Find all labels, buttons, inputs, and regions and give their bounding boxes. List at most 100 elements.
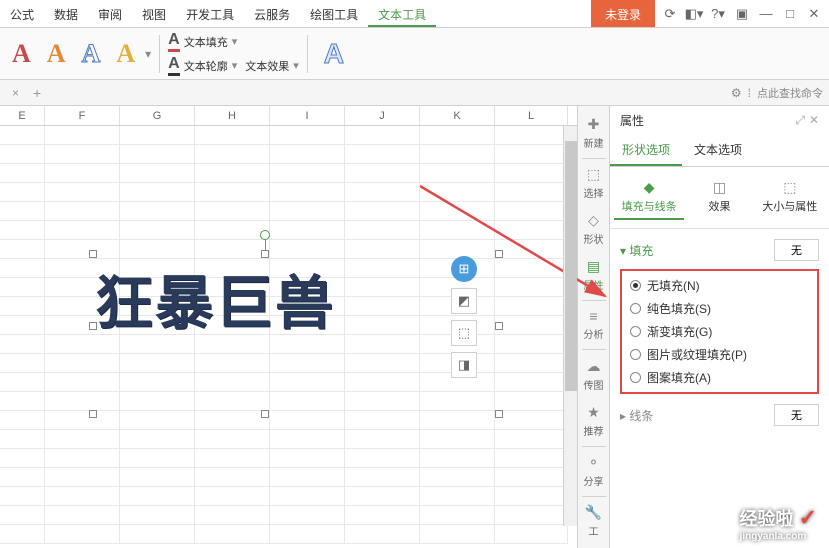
radio-solid-fill[interactable]: 纯色填充(S)	[630, 300, 809, 317]
float-layout-icon[interactable]: ⊞	[451, 256, 477, 282]
style-a4[interactable]: A	[110, 39, 141, 69]
minimize-icon[interactable]: —	[755, 3, 777, 25]
close-icon[interactable]: ✕	[803, 3, 825, 25]
side-tools[interactable]: 🔧工	[580, 498, 608, 544]
style-a1[interactable]: A	[6, 39, 37, 69]
col-header[interactable]: J	[345, 106, 420, 125]
resize-handle[interactable]	[261, 410, 269, 418]
login-button[interactable]: 未登录	[591, 0, 655, 27]
menu-devtools[interactable]: 开发工具	[176, 0, 244, 27]
col-header[interactable]: G	[120, 106, 195, 125]
fill-line-icon: ◆	[614, 179, 684, 196]
radio-picture-fill[interactable]: 图片或纹理填充(P)	[630, 346, 809, 363]
panel-close-icon[interactable]: ✕	[809, 113, 819, 128]
share-icon: ⚬	[588, 454, 600, 471]
col-header[interactable]: K	[420, 106, 495, 125]
radio-icon	[630, 303, 641, 314]
spreadsheet[interactable]: E F G H I J K L for(let r=0;r<22;r++){ d…	[0, 106, 577, 548]
resize-handle[interactable]	[261, 250, 269, 258]
resize-handle[interactable]	[89, 322, 97, 330]
text-outline-button[interactable]: A 文本轮廓▾	[168, 55, 237, 76]
resize-handle[interactable]	[89, 410, 97, 418]
float-edit-icon[interactable]: ◩	[451, 288, 477, 314]
tab-close-icon[interactable]: ×	[6, 84, 25, 102]
fill-none-button[interactable]: 无	[774, 239, 819, 261]
radio-no-fill[interactable]: 无填充(N)	[630, 277, 809, 294]
tab-shape-options[interactable]: 形状选项	[610, 135, 682, 166]
col-header[interactable]: H	[195, 106, 270, 125]
restore-icon[interactable]: ▣	[731, 3, 753, 25]
side-share[interactable]: ⚬分享	[580, 448, 608, 494]
col-header[interactable]: I	[270, 106, 345, 125]
resize-handle[interactable]	[89, 250, 97, 258]
resize-handle[interactable]	[495, 410, 503, 418]
select-icon: ⬚	[587, 166, 600, 183]
radio-icon	[630, 349, 641, 360]
shape-icon: ◇	[588, 212, 599, 229]
menu-data[interactable]: 数据	[44, 0, 88, 27]
side-select[interactable]: ⬚选择	[580, 160, 608, 206]
resize-handle[interactable]	[495, 250, 503, 258]
side-properties[interactable]: ▤属性	[580, 252, 608, 298]
menu-drawtools[interactable]: 绘图工具	[300, 0, 368, 27]
image-icon: ☁	[587, 358, 601, 375]
ribbon: A A A A ▾ A 文本填充▾ A 文本轮廓▾ 文本效果▾ A	[0, 28, 829, 80]
side-recommend[interactable]: ★推荐	[580, 398, 608, 444]
check-icon: ✓	[799, 505, 817, 530]
side-image[interactable]: ☁传图	[580, 352, 608, 398]
menu-texttools[interactable]: 文本工具	[368, 0, 436, 27]
wordart-object[interactable]: 狂暴巨兽	[95, 256, 435, 366]
sync-icon[interactable]: ⟳	[659, 3, 681, 25]
recommend-icon: ★	[587, 404, 600, 421]
vertical-scrollbar[interactable]	[563, 126, 577, 526]
search-icon[interactable]: ⚙	[731, 86, 742, 100]
expand-icon[interactable]: ▸ 线条	[620, 407, 653, 424]
skin-icon[interactable]: ◧▾	[683, 3, 705, 25]
tab-text-options[interactable]: 文本选项	[682, 135, 754, 166]
menu-view[interactable]: 视图	[132, 0, 176, 27]
new-icon: ✚	[588, 116, 600, 133]
radio-pattern-fill[interactable]: 图案填充(A)	[630, 369, 809, 386]
panel-pin-icon[interactable]: ⤢	[795, 113, 805, 128]
col-header[interactable]: E	[0, 106, 45, 125]
panel-title: 属性	[620, 112, 644, 129]
float-style-icon[interactable]: ◨	[451, 352, 477, 378]
help-icon[interactable]: ?▾	[707, 3, 729, 25]
watermark: 经验啦 ✓ jingyanla.com	[740, 505, 817, 542]
line-none-button[interactable]: 无	[774, 404, 819, 426]
float-shape-icon[interactable]: ⬚	[451, 320, 477, 346]
rotate-handle[interactable]	[260, 230, 270, 240]
col-header[interactable]: L	[495, 106, 568, 125]
menu-formula[interactable]: 公式	[0, 0, 44, 27]
subtab-size[interactable]: ⬚大小与属性	[755, 175, 825, 220]
wordart-text[interactable]: 狂暴巨兽	[95, 256, 435, 340]
side-toolbar: ✚新建 ⬚选择 ◇形状 ▤属性 ≡分析 ☁传图 ★推荐 ⚬分享 🔧工	[577, 106, 609, 548]
text-outline-icon: A	[168, 55, 180, 76]
side-analyze[interactable]: ≡分析	[580, 302, 608, 347]
resize-handle[interactable]	[495, 322, 503, 330]
style-a3[interactable]: A	[76, 39, 107, 69]
wordart-preset[interactable]: A	[316, 38, 352, 70]
style-a2[interactable]: A	[41, 39, 72, 69]
doc-tabs-bar: × + ⚙ ⁞ 点此查找命令	[0, 80, 829, 106]
maximize-icon[interactable]: □	[779, 3, 801, 25]
subtab-fill-line[interactable]: ◆填充与线条	[614, 175, 684, 220]
radio-gradient-fill[interactable]: 渐变填充(G)	[630, 323, 809, 340]
text-fill-icon: A	[168, 31, 180, 52]
style-more-icon[interactable]: ▾	[145, 47, 151, 61]
text-effect-button[interactable]: 文本效果▾	[245, 58, 299, 74]
search-hint[interactable]: 点此查找命令	[757, 85, 823, 101]
side-new[interactable]: ✚新建	[580, 110, 608, 156]
scrollbar-thumb[interactable]	[565, 141, 577, 391]
subtab-effect[interactable]: ◫效果	[684, 175, 754, 220]
collapse-icon[interactable]: ▾ 填充	[620, 242, 653, 259]
menu-bar: 公式 数据 审阅 视图 开发工具 云服务 绘图工具 文本工具 未登录 ⟳ ◧▾ …	[0, 0, 829, 28]
side-shape[interactable]: ◇形状	[580, 206, 608, 252]
text-fill-button[interactable]: A 文本填充▾	[168, 31, 299, 52]
menu-review[interactable]: 审阅	[88, 0, 132, 27]
col-header[interactable]: F	[45, 106, 120, 125]
menu-cloud[interactable]: 云服务	[244, 0, 300, 27]
column-headers: E F G H I J K L	[0, 106, 577, 126]
tab-add-icon[interactable]: +	[27, 83, 47, 103]
tools-icon: 🔧	[585, 504, 602, 521]
